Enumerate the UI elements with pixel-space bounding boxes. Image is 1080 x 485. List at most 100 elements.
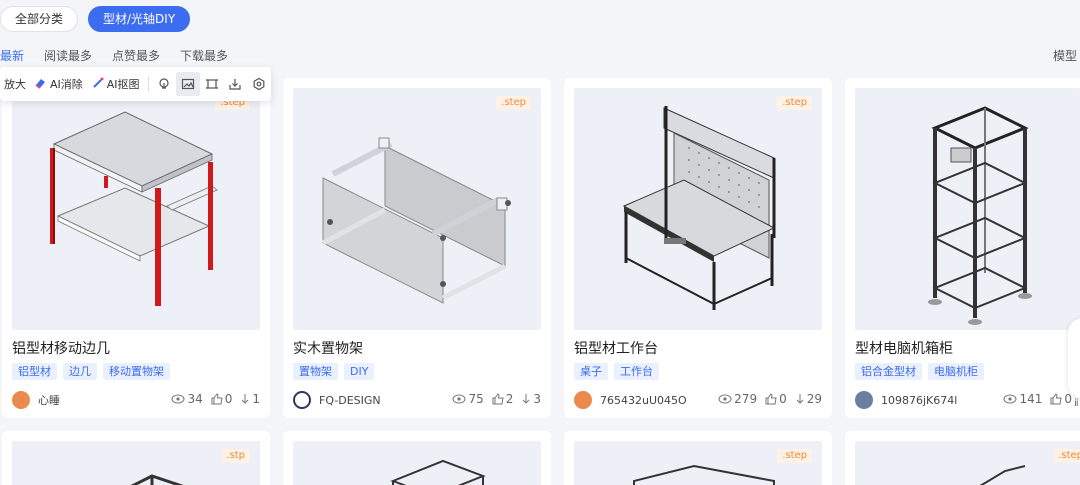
model-render [130, 474, 184, 485]
model-thumbnail[interactable] [574, 88, 822, 330]
author[interactable]: 765432uU045O [574, 391, 687, 409]
views-stat: 141 [1003, 392, 1042, 406]
model-card[interactable]: .stp [2, 431, 270, 485]
downloads-count: 1 [252, 392, 260, 406]
model-thumbnail[interactable] [855, 441, 1080, 485]
author[interactable]: 心睡 [12, 391, 60, 409]
tag[interactable]: 移动置物架 [103, 363, 170, 380]
likes-stat[interactable]: 0 [211, 392, 233, 406]
wooden-shelf-render [321, 137, 511, 304]
avatar [574, 391, 592, 409]
lightbulb-icon[interactable] [153, 72, 177, 96]
download-icon[interactable] [224, 72, 248, 96]
card-title[interactable]: 铝型材移动边几 [12, 338, 110, 358]
image-toolbar: 放大 AI消除 AI抠图 [0, 67, 271, 101]
crop-icon[interactable] [200, 72, 224, 96]
tab-most-downloaded[interactable]: 下载最多 [180, 47, 228, 64]
model-card[interactable]: .step 铝型材移动边几 铝型材 边几 移动置物架 心睡 34 0 1 [2, 78, 270, 418]
category-all[interactable]: 全部分类 [0, 6, 79, 32]
model-thumbnail[interactable] [855, 88, 1080, 330]
likes-stat[interactable]: 0 [765, 392, 787, 406]
author-name: 109876jK674l [881, 393, 958, 407]
tag[interactable]: 置物架 [293, 363, 338, 380]
model-thumbnail[interactable] [12, 441, 260, 485]
thumbs-up-icon [765, 393, 777, 405]
eye-icon [171, 394, 185, 404]
tag[interactable]: DIY [344, 363, 375, 380]
card-stats: 75 2 3 [452, 392, 541, 406]
author-name: 心睡 [38, 394, 60, 407]
author-name: FQ-DESIGN [319, 393, 381, 407]
model-render [390, 459, 486, 485]
model-thumbnail[interactable] [574, 441, 822, 485]
avatar [12, 391, 30, 409]
card-stats: 141 0 [1003, 392, 1072, 406]
card-title[interactable]: 铝型材工作台 [574, 338, 658, 358]
likes-count: 0 [224, 392, 233, 406]
tag[interactable]: 电脑机柜 [928, 363, 984, 380]
side-table-render [50, 111, 218, 306]
enlarge-button[interactable]: 放大 [0, 72, 30, 96]
tab-most-read[interactable]: 阅读最多 [44, 47, 92, 64]
format-badge: .step [777, 96, 812, 110]
model-thumbnail[interactable] [293, 441, 541, 485]
eye-icon [452, 394, 466, 404]
tag-list: 置物架 DIY [293, 363, 375, 380]
model-card[interactable]: .step [564, 431, 832, 485]
model-render [633, 464, 775, 485]
card-stats: 279 0 29 [718, 392, 822, 406]
views-count: 141 [1019, 392, 1043, 406]
model-card[interactable]: .step 铝型材工作台 桌子 工作台 765432uU045O 279 0 2… [564, 78, 832, 418]
likes-count: 2 [505, 392, 514, 406]
toolbar-divider [147, 77, 149, 91]
tag[interactable]: 边几 [63, 363, 97, 380]
tab-most-liked[interactable]: 点赞最多 [112, 47, 160, 64]
author[interactable]: FQ-DESIGN [293, 391, 381, 409]
wand-icon [91, 76, 105, 93]
tag[interactable]: 工作台 [614, 363, 659, 380]
ai-cutout-label: AI抠图 [106, 78, 140, 91]
likes-stat[interactable]: 0 [1050, 392, 1072, 406]
tag[interactable]: 铝合金型材 [855, 363, 922, 380]
tag[interactable]: 桌子 [574, 363, 608, 380]
downloads-stat[interactable]: 1 [240, 392, 260, 406]
format-badge: .stp [221, 449, 250, 463]
author-name: 765432uU045O [600, 393, 687, 407]
model-link[interactable]: 模型 [1053, 47, 1077, 64]
model-card[interactable] [283, 431, 551, 485]
format-badge: .step [777, 449, 812, 463]
card-title[interactable]: 实木置物架 [293, 338, 363, 358]
ai-cutout-button[interactable]: AI抠图 [87, 72, 144, 96]
views-count: 34 [187, 392, 203, 406]
tag-list: 桌子 工作台 [574, 363, 659, 380]
likes-stat[interactable]: 2 [492, 392, 514, 406]
floating-side-button[interactable]: ⅱ [1068, 318, 1080, 409]
tag-list: 铝合金型材 电脑机柜 [855, 363, 984, 380]
ai-erase-button[interactable]: AI消除 [30, 72, 87, 96]
downloads-stat[interactable]: 29 [795, 392, 822, 406]
category-profile-diy[interactable]: 型材/光轴DIY [88, 6, 191, 32]
model-card[interactable]: .step 实木置物架 置物架 DIY FQ-DESIGN 75 2 3 [283, 78, 551, 418]
card-title[interactable]: 型材电脑机箱柜 [855, 338, 953, 358]
model-thumbnail[interactable] [12, 88, 260, 330]
downloads-count: 3 [533, 392, 541, 406]
tab-latest[interactable]: 最新 [0, 47, 24, 64]
author[interactable]: 109876jK674l [855, 391, 957, 409]
downloads-stat[interactable]: 3 [521, 392, 541, 406]
computer-cabinet-render [928, 106, 1032, 325]
download-arrow-icon [523, 394, 530, 404]
download-arrow-icon [796, 394, 804, 404]
model-card[interactable]: .step [845, 431, 1080, 485]
eraser-icon [34, 76, 48, 93]
model-thumbnail[interactable] [293, 88, 541, 330]
avatar [293, 391, 311, 409]
tag[interactable]: 铝型材 [12, 363, 57, 380]
views-count: 75 [468, 392, 484, 406]
image-edit-icon[interactable] [176, 72, 200, 96]
enlarge-label: 放大 [4, 78, 26, 91]
views-count: 279 [734, 392, 758, 406]
model-card[interactable]: 型材电脑机箱柜 铝合金型材 电脑机柜 109876jK674l 141 0 [845, 78, 1080, 418]
category-bar: 全部分类 型材/光轴DIY [0, 6, 191, 32]
fab-text: ⅱ [1074, 398, 1079, 409]
settings-icon[interactable] [247, 72, 271, 96]
